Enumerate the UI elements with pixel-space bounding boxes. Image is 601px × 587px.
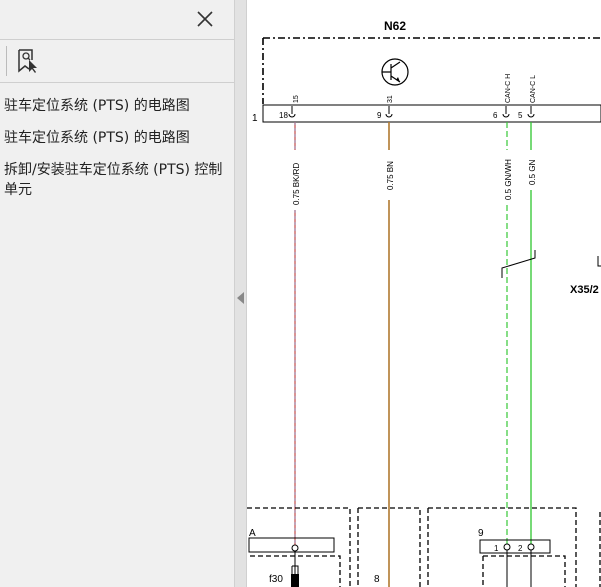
fuse-label: f30 bbox=[269, 574, 283, 585]
divider bbox=[0, 82, 248, 83]
pin-number: 1 bbox=[494, 544, 499, 553]
wire-label: 0.75 BN bbox=[386, 161, 395, 190]
wire-label: 0.75 BK/RD bbox=[292, 163, 301, 205]
pin-number: 5 bbox=[518, 111, 523, 120]
bookmark-item[interactable]: 驻车定位系统 (PTS) 的电路图 bbox=[4, 128, 226, 148]
signal-label: 15 bbox=[293, 95, 300, 103]
fuse-box-label: A bbox=[249, 528, 256, 539]
fuse-box-header bbox=[248, 537, 335, 553]
bookmark-item[interactable]: 驻车定位系统 (PTS) 的电路图 bbox=[4, 96, 226, 116]
document-view: N62 1 18 9 6 5 15 31 CAN-C H CAN-C L 0.7… bbox=[247, 0, 601, 587]
signal-label: 31 bbox=[387, 95, 394, 103]
signal-label: CAN-C L bbox=[530, 75, 537, 103]
fuse-body bbox=[291, 574, 299, 587]
connector-strip bbox=[262, 104, 601, 123]
connector-header bbox=[479, 539, 551, 554]
pin-number: 9 bbox=[377, 111, 382, 120]
wire-label: 0.5 GN/WH bbox=[504, 159, 513, 200]
transistor-icon bbox=[381, 58, 409, 86]
panel-splitter[interactable] bbox=[234, 0, 247, 587]
connector-row-label: 1 bbox=[252, 113, 258, 124]
collapse-arrow-icon[interactable] bbox=[237, 292, 244, 304]
box-border bbox=[427, 507, 577, 587]
module-label: N62 bbox=[384, 19, 406, 33]
bookmark-list: 驻车定位系统 (PTS) 的电路图 驻车定位系统 (PTS) 的电路图 拆卸/安… bbox=[4, 96, 226, 212]
connector-label: X35/2 bbox=[570, 284, 599, 296]
bookmarks-panel: 驻车定位系统 (PTS) 的电路图 驻车定位系统 (PTS) 的电路图 拆卸/安… bbox=[0, 0, 248, 587]
divider bbox=[6, 46, 7, 76]
pin-number: 18 bbox=[279, 111, 288, 120]
divider bbox=[0, 39, 248, 40]
signal-label: CAN-C H bbox=[505, 74, 512, 103]
wire-label: 0.5 GN bbox=[528, 159, 537, 185]
bookmark-search-icon[interactable] bbox=[16, 48, 40, 74]
close-icon[interactable] bbox=[194, 8, 216, 30]
pin-number: 2 bbox=[518, 544, 523, 553]
connector-label: 9 bbox=[478, 528, 484, 539]
pin-label: 8 bbox=[374, 574, 380, 585]
pin-number: 6 bbox=[493, 111, 498, 120]
bookmark-item[interactable]: 拆卸/安装驻车定位系统 (PTS) 控制单元 bbox=[4, 160, 226, 200]
wiring-diagram: N62 1 18 9 6 5 15 31 CAN-C H CAN-C L 0.7… bbox=[247, 19, 601, 587]
